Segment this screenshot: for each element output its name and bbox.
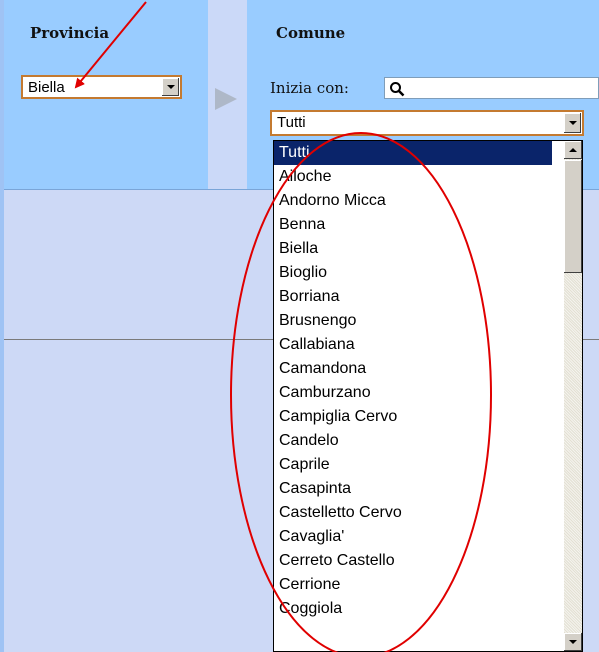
chevron-down-icon (166, 85, 175, 89)
option-item[interactable]: Camandona (274, 357, 552, 381)
option-item[interactable]: Callabiana (274, 333, 552, 357)
comune-select[interactable]: Tutti (270, 110, 584, 136)
comune-dropdown-button[interactable] (563, 113, 581, 133)
magnifier-icon (390, 82, 405, 97)
comune-options-list[interactable]: Tutti Ailoche Andorno Micca Benna Biella Biog… (273, 140, 583, 652)
option-item[interactable]: Coggiola (274, 597, 552, 621)
search-input[interactable] (384, 77, 599, 99)
options-container: Tutti Ailoche Andorno Micca Benna Biella Biog… (274, 141, 582, 621)
option-item[interactable]: Benna (274, 213, 552, 237)
option-item[interactable]: Cavaglia' (274, 525, 552, 549)
arrow-up-icon (569, 148, 577, 152)
provincia-dropdown-button[interactable] (161, 78, 179, 96)
chevron-down-icon (568, 121, 577, 125)
provincia-select-value: Biella (28, 79, 65, 96)
play-arrow-icon (215, 88, 237, 110)
search-label: Inizia con: (270, 79, 349, 97)
option-item[interactable]: Casapinta (274, 477, 552, 501)
provincia-heading: Provincia (30, 24, 110, 42)
arrow-down-icon (569, 640, 577, 644)
scroll-down-button[interactable] (564, 633, 582, 651)
option-item[interactable]: Borriana (274, 285, 552, 309)
option-item[interactable]: Biella (274, 237, 552, 261)
option-item[interactable]: Bioglio (274, 261, 552, 285)
scroll-up-button[interactable] (564, 141, 582, 159)
option-item[interactable]: Caprile (274, 453, 552, 477)
list-scrollbar[interactable] (564, 141, 582, 651)
option-item[interactable]: Andorno Micca (274, 189, 552, 213)
comune-heading: Comune (276, 24, 346, 42)
option-item[interactable]: Cerrione (274, 573, 552, 597)
option-item[interactable]: Tutti (274, 141, 552, 165)
scroll-thumb[interactable] (564, 160, 582, 273)
option-item[interactable]: Candelo (274, 429, 552, 453)
option-item[interactable]: Cerreto Castello (274, 549, 552, 573)
option-item[interactable]: Brusnengo (274, 309, 552, 333)
option-item[interactable]: Ailoche (274, 165, 552, 189)
provincia-select[interactable]: Biella (21, 75, 182, 99)
option-item[interactable]: Castelletto Cervo (274, 501, 552, 525)
option-item[interactable]: Camburzano (274, 381, 552, 405)
comune-select-value: Tutti (277, 114, 306, 131)
option-item[interactable]: Campiglia Cervo (274, 405, 552, 429)
